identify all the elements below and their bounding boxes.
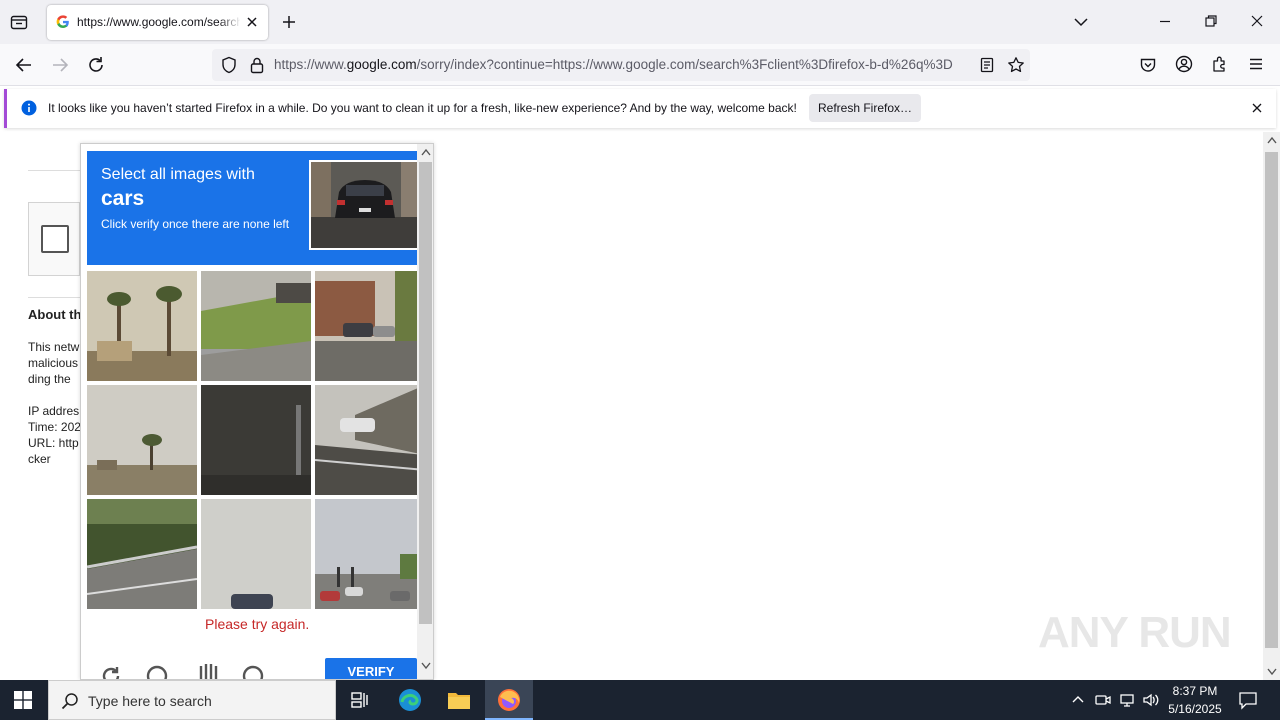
not-a-robot-checkbox[interactable]	[41, 225, 69, 253]
meet-now-icon[interactable]	[1095, 692, 1111, 708]
captcha-tile-4[interactable]	[87, 385, 197, 495]
scroll-up-icon[interactable]	[1267, 136, 1277, 144]
page-text-line: malicious	[28, 356, 79, 370]
list-all-tabs-icon[interactable]	[1073, 14, 1089, 30]
captcha-tile-6[interactable]	[315, 385, 425, 495]
pocket-icon[interactable]	[1139, 56, 1157, 74]
captcha-tile-1[interactable]	[87, 271, 197, 381]
time-label: Time: 202	[28, 420, 81, 434]
refresh-firefox-button[interactable]: Refresh Firefox…	[809, 94, 921, 122]
captcha-tile-5[interactable]	[201, 385, 311, 495]
reader-view-icon[interactable]	[979, 57, 995, 73]
captcha-tile-7[interactable]	[87, 499, 197, 609]
taskbar-search-placeholder: Type here to search	[88, 693, 212, 709]
navigation-toolbar: https://www.google.com/sorry/index?conti…	[0, 44, 1280, 86]
clock-date[interactable]: 5/16/2025	[1160, 702, 1230, 716]
volume-icon[interactable]	[1142, 692, 1160, 708]
tab-title: https://www.google.com/search?client=fir…	[77, 15, 240, 29]
close-window-icon[interactable]	[1250, 14, 1264, 28]
url-host: google.com	[346, 57, 417, 72]
account-icon[interactable]	[1175, 55, 1193, 73]
reload-icon[interactable]	[86, 55, 106, 75]
google-favicon-icon	[56, 15, 70, 29]
scroll-down-icon[interactable]	[1267, 668, 1277, 676]
captcha-tile-9[interactable]	[315, 499, 425, 609]
notification-bar: It looks like you haven’t started Firefo…	[4, 89, 1276, 128]
extensions-icon[interactable]	[1211, 55, 1229, 73]
ip-address-label: IP addres	[28, 404, 80, 418]
show-hidden-icons-chevron-icon[interactable]	[1071, 693, 1085, 707]
taskbar: Type here to search 8:37 PM 5/16/2025	[0, 680, 1280, 720]
url-text[interactable]: https://www.google.com/sorry/index?conti…	[274, 57, 969, 72]
url-bar[interactable]: https://www.google.com/sorry/index?conti…	[212, 49, 1030, 81]
minimize-icon[interactable]	[1158, 14, 1172, 28]
app-menu-icon[interactable]	[1247, 55, 1265, 73]
challenge-scroll-up-icon[interactable]	[421, 148, 431, 156]
challenge-scroll-down-icon[interactable]	[421, 662, 431, 670]
tab-google-search[interactable]: https://www.google.com/search?client=fir…	[47, 5, 268, 40]
recaptcha-challenge-popup: Select all images with cars Click verify…	[80, 143, 434, 680]
anyrun-watermark: ANY RUN	[1038, 608, 1232, 657]
restore-icon[interactable]	[1204, 14, 1218, 28]
audio-challenge-icon[interactable]	[145, 664, 169, 679]
captcha-tile-8[interactable]	[201, 499, 311, 609]
divider	[28, 170, 80, 171]
page-text-line: This netw	[28, 340, 80, 354]
url-prefix: https://www.	[274, 57, 347, 72]
back-icon[interactable]	[14, 55, 34, 75]
notification-close-icon[interactable]	[1251, 102, 1263, 114]
challenge-scrollbar-thumb[interactable]	[419, 162, 432, 624]
new-tab-icon[interactable]	[281, 14, 297, 30]
verify-button[interactable]: VERIFY	[325, 658, 417, 679]
task-view-icon[interactable]	[350, 690, 370, 710]
clock-time[interactable]: 8:37 PM	[1160, 684, 1230, 698]
forward-icon[interactable]	[50, 55, 70, 75]
page-scrollbar[interactable]	[1263, 132, 1280, 680]
help-icon[interactable]	[241, 664, 265, 679]
divider	[28, 297, 80, 298]
tab-title-fade	[219, 11, 241, 33]
notification-message: It looks like you haven’t started Firefo…	[48, 101, 797, 115]
captcha-tile-3[interactable]	[315, 271, 425, 381]
close-tab-icon[interactable]	[245, 15, 259, 29]
lock-icon[interactable]	[249, 56, 265, 74]
windows-start-icon[interactable]	[14, 691, 32, 709]
firefox-icon	[497, 688, 521, 712]
tracking-protection-shield-icon[interactable]	[220, 56, 238, 74]
recaptcha-anchor-box	[28, 202, 80, 276]
taskbar-search-box[interactable]: Type here to search	[48, 680, 336, 720]
challenge-instruction: Select all images with	[101, 166, 255, 183]
tab-strip: https://www.google.com/search?client=fir…	[0, 0, 1280, 44]
challenge-error-message: Please try again.	[205, 616, 310, 632]
info-icon	[21, 100, 37, 116]
bookmark-star-icon[interactable]	[1007, 56, 1025, 74]
notification-center-icon[interactable]	[1238, 690, 1258, 710]
url-label: URL: http	[28, 436, 79, 450]
challenge-target: cars	[101, 187, 145, 210]
search-icon	[61, 692, 79, 710]
sample-car-image	[309, 160, 421, 250]
challenge-scrollbar[interactable]	[417, 144, 433, 679]
page-scrollbar-thumb[interactable]	[1265, 152, 1278, 648]
firefox-view-icon[interactable]	[9, 12, 29, 32]
captcha-tile-2[interactable]	[201, 271, 311, 381]
firefox-taskbar-button[interactable]	[485, 680, 533, 720]
visual-challenge-icon[interactable]	[197, 662, 221, 679]
about-heading: About th	[28, 307, 82, 322]
challenge-header: Select all images with cars Click verify…	[87, 151, 421, 265]
reload-challenge-icon[interactable]	[99, 664, 123, 679]
file-explorer-icon[interactable]	[447, 689, 471, 711]
page-text-line: cker	[28, 452, 51, 466]
challenge-subtext: Click verify once there are none left	[101, 217, 290, 231]
network-icon[interactable]	[1119, 692, 1135, 708]
url-path: /sorry/index?continue=https://www.google…	[416, 57, 953, 72]
page-text-line: ding the	[28, 372, 71, 386]
edge-browser-icon[interactable]	[398, 688, 422, 712]
